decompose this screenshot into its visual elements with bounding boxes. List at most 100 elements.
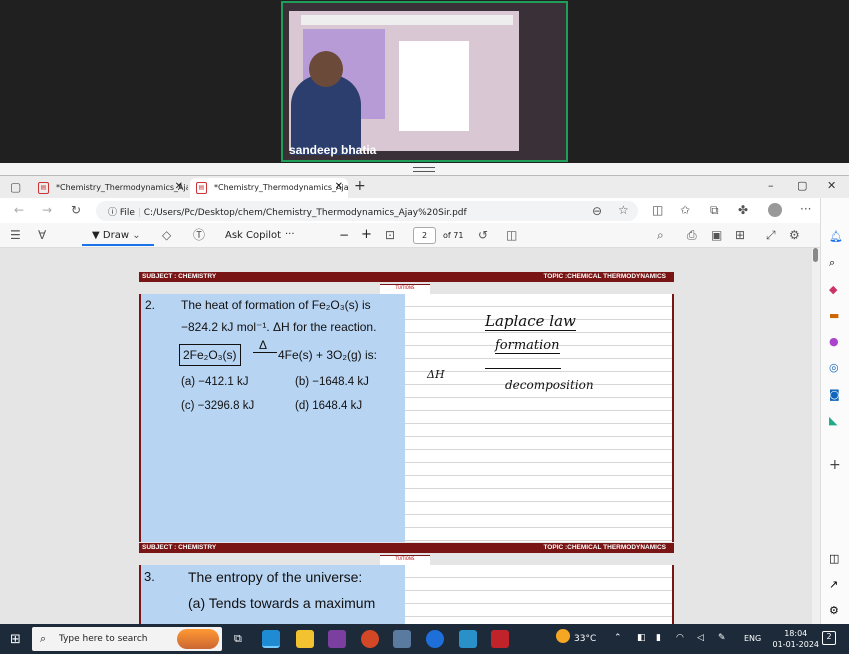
- scroll-thumb[interactable]: [813, 248, 818, 262]
- more-tools-button[interactable]: ···: [285, 229, 295, 240]
- outlook-icon[interactable]: ◙: [829, 388, 840, 401]
- forward-icon[interactable]: →: [42, 204, 52, 216]
- question-number: 2.: [145, 298, 156, 312]
- pane-splitter[interactable]: [0, 163, 849, 176]
- profile-avatar[interactable]: [768, 203, 782, 217]
- extensions-icon[interactable]: ✤: [738, 204, 748, 216]
- tray-chevron-icon[interactable]: ⌃: [614, 633, 622, 643]
- rotate-icon[interactable]: ↺: [478, 229, 488, 241]
- language-indicator[interactable]: ENG: [744, 634, 761, 643]
- people-icon[interactable]: ●: [829, 335, 839, 348]
- page-count: of 71: [443, 231, 464, 240]
- print-icon[interactable]: ⎙: [687, 229, 697, 241]
- contents-icon[interactable]: ☰: [10, 229, 21, 241]
- weather-icon[interactable]: [556, 629, 570, 643]
- vertical-scrollbar[interactable]: [812, 248, 820, 624]
- question-line-2: −824.2 kJ mol⁻¹. ΔH for the reaction.: [181, 320, 377, 334]
- antivirus-icon[interactable]: [491, 630, 509, 648]
- question-pane-2: 3. The entropy of the universe: (a) Tend…: [139, 565, 405, 624]
- save-icon[interactable]: ▣: [711, 229, 722, 241]
- add-app-icon[interactable]: +: [829, 457, 841, 473]
- tools-icon[interactable]: ▬: [829, 309, 839, 322]
- search-icon[interactable]: ⌕: [829, 256, 835, 270]
- save-as-icon[interactable]: ⊞: [735, 229, 745, 241]
- address-toolbar: ← → ↻ ⓘ File | C:/Users/Pc/Desktop/chem/…: [0, 198, 849, 223]
- wifi-icon[interactable]: ◠: [676, 633, 684, 643]
- tab-1[interactable]: ▤ *Chemistry_Thermodynamics_Aja ✕: [32, 178, 188, 198]
- pdf-viewer[interactable]: SUBJECT : CHEMISTRY TOPIC :CHEMICAL THERM…: [0, 248, 812, 624]
- draw-label: Draw: [102, 230, 130, 241]
- fit-page-icon[interactable]: ⊡: [385, 229, 395, 241]
- weather-temp[interactable]: 33°C: [574, 634, 596, 644]
- participant-video-tile[interactable]: sandeep bhatia: [281, 1, 568, 162]
- refresh-icon[interactable]: ↻: [71, 204, 81, 216]
- pdf-icon: ▤: [38, 182, 49, 194]
- edge-app-icon[interactable]: [262, 630, 280, 648]
- url-text: C:/Users/Pc/Desktop/chem/Chemistry_Therm…: [143, 208, 467, 218]
- option-a: (a) −412.1 kJ: [181, 376, 249, 388]
- clock[interactable]: 18:04 01-01-2024: [773, 628, 820, 650]
- taskbar-search[interactable]: ⌕ Type here to search: [32, 627, 222, 651]
- onenote-icon[interactable]: [328, 630, 346, 648]
- video-feed: [289, 11, 519, 155]
- close-window-button[interactable]: ✕: [827, 179, 836, 192]
- sidebar-settings-icon[interactable]: ⚙: [829, 604, 839, 617]
- settings-gear-icon[interactable]: ⚙: [789, 229, 800, 241]
- search-placeholder: Type here to search: [59, 634, 148, 644]
- search-icon[interactable]: ⌕: [657, 229, 664, 241]
- windows-start-icon[interactable]: ⊞: [10, 632, 21, 647]
- microphone-icon[interactable]: ▮: [656, 633, 661, 643]
- splitter-grip-icon[interactable]: [413, 167, 435, 172]
- more-menu-icon[interactable]: ···: [800, 203, 811, 215]
- office-icon[interactable]: ◎: [829, 361, 839, 374]
- zoom-icon[interactable]: ⊖: [592, 205, 602, 217]
- page-view-icon[interactable]: ◫: [506, 229, 517, 241]
- file-explorer-icon[interactable]: [296, 630, 314, 648]
- hide-sidebar-icon[interactable]: ◫: [829, 552, 839, 565]
- edge-sidebar: 🔔︎ ⌕ ◆ ▬ ● ◎ ◙ ◣ + ◫ ↗ ⚙: [820, 198, 849, 624]
- topic-label: TOPIC :CHEMICAL THERMODYNAMICS: [543, 544, 666, 551]
- tab-2-active[interactable]: ▤ *Chemistry_Thermodynamics_Aja ✕: [190, 178, 348, 198]
- powerpoint-icon[interactable]: [361, 630, 379, 648]
- app-icon[interactable]: [393, 630, 411, 648]
- close-tab-icon[interactable]: ✕: [175, 181, 183, 192]
- highlight-icon[interactable]: ∀: [38, 229, 46, 241]
- tab-actions-icon[interactable]: ▢: [10, 181, 21, 193]
- tray-app-icon[interactable]: ◧: [637, 633, 646, 643]
- pen-tray-icon[interactable]: ✎: [718, 633, 726, 643]
- notification-center-badge[interactable]: 2: [822, 631, 836, 645]
- zoom-in-button[interactable]: +: [361, 227, 372, 242]
- option-a: (a) Tends towards a maximum: [188, 595, 376, 611]
- snowflake-app-icon[interactable]: [459, 630, 477, 648]
- volume-icon[interactable]: ◁: [697, 633, 704, 643]
- text-tool-icon[interactable]: Ⓣ: [193, 229, 205, 241]
- page-number-input[interactable]: 2: [413, 227, 436, 244]
- subject-label: SUBJECT : CHEMISTRY: [142, 544, 217, 551]
- split-screen-icon[interactable]: ◫: [652, 204, 663, 216]
- zoom-app-icon[interactable]: [426, 630, 444, 648]
- notes-pane-2: [405, 565, 674, 624]
- open-external-icon[interactable]: ↗: [829, 578, 838, 591]
- fullscreen-icon[interactable]: ⤢: [766, 229, 776, 241]
- heat-symbol: Δ: [259, 338, 268, 352]
- option-c: (c) −3296.8 kJ: [181, 400, 255, 412]
- task-view-icon[interactable]: ⧉: [234, 632, 242, 646]
- new-tab-button[interactable]: +: [354, 178, 366, 194]
- favorites-icon[interactable]: ✩: [680, 204, 690, 216]
- info-icon[interactable]: ⓘ: [108, 208, 117, 218]
- note-reverse-arrow: [485, 368, 561, 369]
- maximize-button[interactable]: ▢: [797, 179, 807, 192]
- notifications-bell-icon[interactable]: 🔔︎: [829, 230, 843, 243]
- zoom-out-button[interactable]: −: [339, 228, 349, 242]
- address-field[interactable]: ⓘ File | C:/Users/Pc/Desktop/chem/Chemis…: [96, 201, 638, 221]
- designer-icon[interactable]: ◣: [829, 414, 837, 427]
- ask-copilot-button[interactable]: Ask Copilot: [225, 230, 281, 241]
- favorite-star-icon[interactable]: ☆: [618, 204, 629, 216]
- draw-button[interactable]: ▼ Draw ⌄: [82, 226, 154, 246]
- minimize-button[interactable]: –: [768, 179, 774, 192]
- collections-icon[interactable]: ⧉: [710, 204, 719, 216]
- close-tab-icon[interactable]: ✕: [335, 181, 343, 192]
- shopping-icon[interactable]: ◆: [829, 283, 837, 296]
- back-icon[interactable]: ←: [14, 204, 24, 216]
- eraser-icon[interactable]: ◇: [162, 229, 171, 241]
